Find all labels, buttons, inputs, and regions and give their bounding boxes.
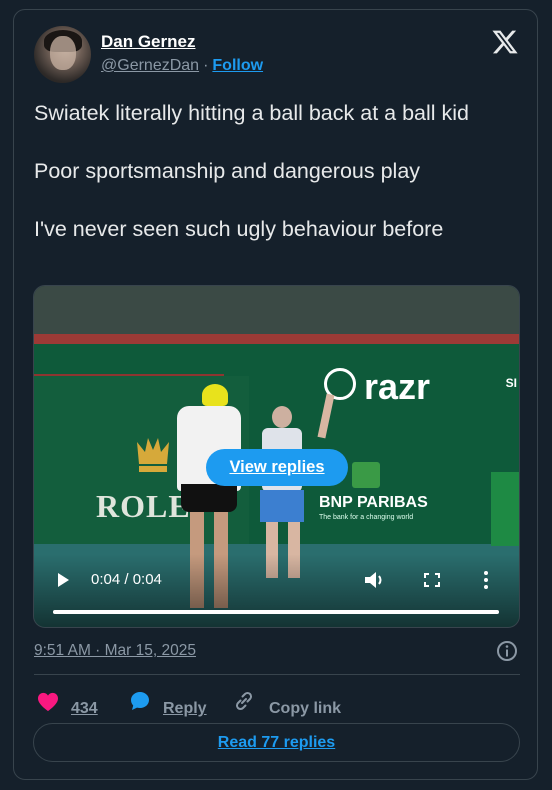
rolex-crown-icon [137, 438, 169, 472]
volume-icon[interactable] [363, 569, 387, 591]
video-controls-overlay [34, 554, 519, 627]
play-icon[interactable] [58, 573, 69, 587]
video-player[interactable]: ROLE razr SI BNP PARIBAS The bank for a … [33, 285, 520, 628]
info-icon[interactable] [496, 640, 518, 662]
tweet-text-line-1: Swiatek literally hitting a ball back at… [34, 101, 469, 125]
like-count[interactable]: 434 [71, 700, 98, 718]
crowd-stands [34, 286, 519, 336]
fullscreen-icon[interactable] [424, 573, 440, 587]
author-handle[interactable]: @GernezDan [101, 57, 199, 74]
reply-button[interactable]: Reply [163, 700, 207, 718]
reply-bubble-icon[interactable] [129, 690, 151, 712]
author-handle-line: @GernezDan · Follow [101, 57, 263, 75]
sponsor-partial-sign: SI [505, 376, 517, 390]
ball-kid-shorts [260, 490, 304, 522]
divider [34, 674, 520, 675]
bnp-sign: BNP PARIBAS [319, 494, 428, 511]
court-signage-block [491, 472, 519, 546]
tweet-timestamp[interactable]: 9:51 AM · Mar 15, 2025 [34, 642, 196, 660]
avatar-face [50, 36, 76, 70]
read-replies-button[interactable]: Read 77 replies [33, 723, 520, 762]
player-skirt [181, 484, 237, 512]
ball-kid-head [272, 406, 292, 428]
video-time: 0:04 / 0:04 [91, 571, 162, 588]
author-name[interactable]: Dan Gernez [101, 32, 195, 52]
follow-link[interactable]: Follow [212, 57, 263, 74]
video-progress-bar[interactable] [53, 610, 499, 614]
video-progress-fill [53, 610, 499, 614]
bnp-tagline: The bank for a changing world [319, 514, 414, 521]
tweet-text-line-3: I've never seen such ugly behaviour befo… [34, 217, 444, 241]
more-options-icon[interactable] [483, 570, 489, 590]
stadium-wall-top [34, 334, 519, 344]
player-cap [202, 384, 228, 406]
razr-sign: razr [364, 366, 431, 407]
rolex-sign: ROLE [96, 488, 191, 524]
x-logo-icon[interactable] [491, 28, 519, 56]
heart-icon[interactable] [37, 692, 59, 712]
tweet-card: Dan Gernez @GernezDan · Follow Swiatek lit… [13, 9, 538, 780]
copy-link-button[interactable]: Copy link [269, 700, 341, 718]
bnp-logo-icon [352, 462, 380, 488]
avatar[interactable] [34, 26, 91, 83]
separator: · [203, 57, 209, 74]
tweet-text-line-2: Poor sportsmanship and dangerous play [34, 159, 421, 183]
link-icon[interactable] [233, 690, 255, 712]
view-replies-button[interactable]: View replies [206, 449, 348, 486]
